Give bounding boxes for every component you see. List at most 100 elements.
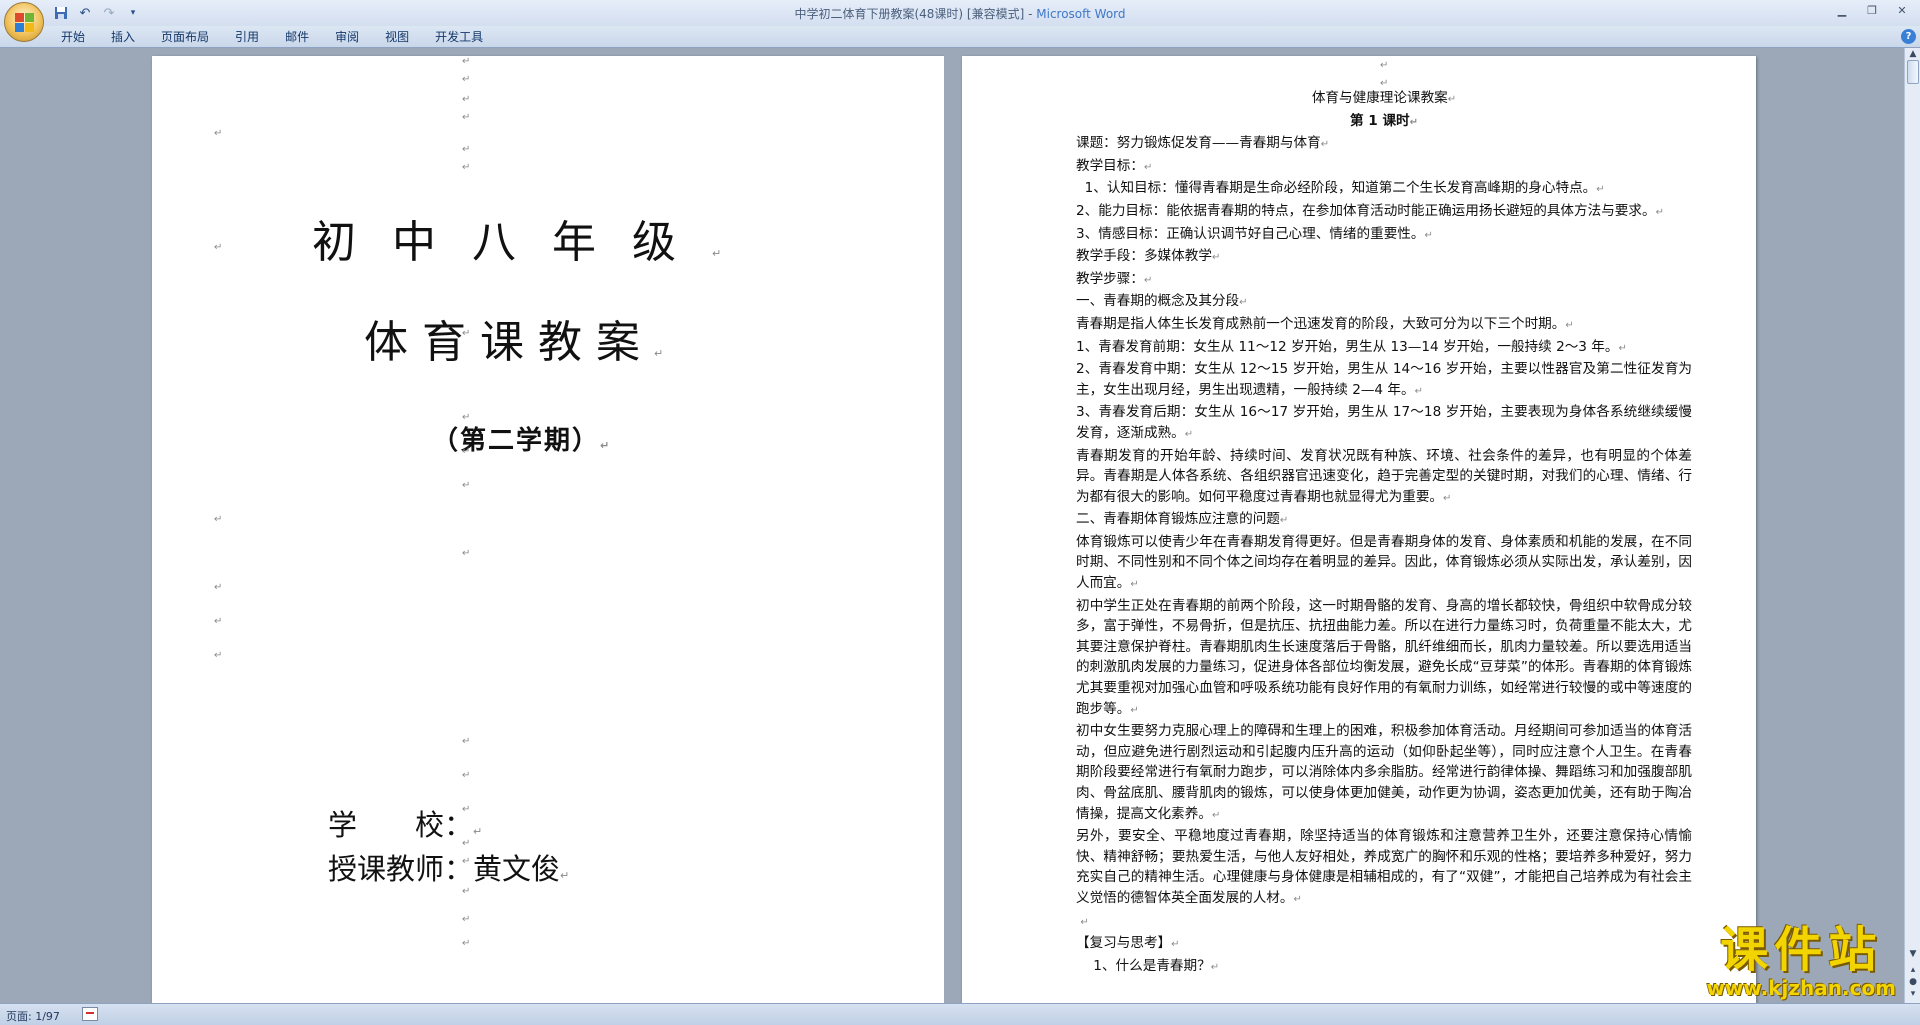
lesson-paragraph-text: 1、青春发育前期：女生从 11～12 岁开始，男生从 13—14 岁开始，一般持…: [1076, 338, 1619, 355]
ribbon-tab[interactable]: 邮件: [272, 29, 322, 45]
document-area[interactable]: 初中八年级↵ 体育课教案↵ （第二学期）↵ 学 校：↵ 授课教师：黄文俊↵ ↵ ↵…: [0, 48, 1904, 1003]
lesson-paragraph-text: 教学目标：: [1076, 157, 1144, 174]
paragraph-mark-icon: ↵: [462, 144, 471, 155]
lesson-page[interactable]: ↵ ↵ 体育与健康理论课教案↵ 第 1 课时↵ 课题：努力锻炼促发育——青春期与…: [962, 56, 1756, 1003]
paragraph-mark-icon: ↵: [1414, 385, 1423, 397]
lesson-paragraph-text: 教学步骤：: [1076, 270, 1144, 287]
lesson-paragraph-text: 2、能力目标：能依据青春期的特点，在参加体育活动时能正确运用扬长避短的具体方法与…: [1076, 202, 1656, 219]
ribbon-tab[interactable]: 开发工具: [422, 29, 496, 45]
document-title: 中学初二体育下册教案(48课时) [兼容模式] -: [794, 7, 1037, 21]
previous-page-icon[interactable]: ▴: [1907, 964, 1919, 976]
paragraph-mark-icon: ↵: [462, 856, 471, 867]
ribbon-tab[interactable]: 审阅: [322, 29, 372, 45]
paragraph-mark-icon: ↵: [1171, 939, 1180, 951]
cover-page[interactable]: 初中八年级↵ 体育课教案↵ （第二学期）↵ 学 校：↵ 授课教师：黄文俊↵ ↵ ↵…: [152, 56, 944, 1003]
cover-grade-heading: 初中八年级↵: [312, 206, 721, 270]
lesson-paragraph: 3、青春发育后期：女生从 16～17 岁开始，男生从 17～18 岁开始，主要表…: [1076, 402, 1692, 445]
lesson-paragraph: 二、青春期体育锻炼应注意的问题↵: [1076, 509, 1692, 532]
paragraph-mark-icon: ↵: [462, 328, 471, 339]
lesson-paragraph: 初中女生要努力克服心理上的障碍和生理上的困难，积极参加体育活动。月经期间可参加适…: [1076, 721, 1692, 826]
paragraph-mark-icon: ↵: [1210, 961, 1220, 973]
lesson-paragraph-text: 二、青春期体育锻炼应注意的问题: [1076, 511, 1280, 528]
lesson-paragraph-text: 青春期发育的开始年龄、持续时间、发育状况既有种族、环境、社会条件的差异，也有明显…: [1076, 447, 1692, 505]
paragraph-mark-icon: ↵: [462, 74, 471, 85]
lesson-paragraph: 另外，要安全、平稳地度过青春期，除坚持适当的体育锻炼和注意营养卫生外，还要注意保…: [1076, 826, 1692, 910]
paragraph-mark-icon: ↵: [214, 650, 223, 661]
proofing-status-icon[interactable]: [82, 1007, 98, 1021]
watermark-url: www.kjzhan.com: [1706, 976, 1896, 1000]
lesson-paragraph-text: 体育锻炼可以使青少年在青春期发育得更好。但是青春期身体的发育、身体素质和机能的发…: [1076, 533, 1692, 592]
paragraph-mark-icon: ↵: [1409, 116, 1419, 128]
cover-title-text: 体育课教案: [364, 317, 654, 368]
paragraph-mark-icon: ↵: [654, 347, 664, 360]
ribbon-tab[interactable]: 视图: [372, 29, 422, 45]
status-bar: 页面: 1/97: [0, 1003, 1920, 1025]
paragraph-mark-icon: ↵: [462, 412, 471, 423]
school-label: 学 校：: [328, 808, 474, 842]
paragraph-mark-icon: ↵: [462, 446, 471, 457]
ribbon-tab[interactable]: 开始: [48, 29, 98, 45]
page-count[interactable]: 页面: 1/97: [6, 1008, 60, 1024]
lesson-paragraph: 青春期发育的开始年龄、持续时间、发育状况既有种族、环境、社会条件的差异，也有明显…: [1076, 446, 1692, 510]
paragraph-mark-icon: ↵: [462, 838, 471, 849]
window-controls: ▁ ❐ ✕: [1828, 1, 1916, 19]
cover-school-line: 学 校：↵: [328, 802, 482, 844]
scroll-thumb[interactable]: [1907, 60, 1919, 84]
paragraph-mark-icon: ↵: [1447, 94, 1457, 105]
lesson-paragraph-text: 2、青春发育中期：女生从 12～15 岁开始，男生从 14～16 岁开始，主要以…: [1076, 361, 1692, 398]
lesson-paragraph: 1、青春发育前期：女生从 11～12 岁开始，男生从 13—14 岁开始，一般持…: [1076, 337, 1692, 360]
browse-object-icon[interactable]: ●: [1907, 976, 1919, 988]
restore-button[interactable]: ❐: [1858, 1, 1886, 19]
lesson-session-text: 第 1 课时: [1349, 112, 1410, 129]
office-logo-icon: [15, 13, 35, 33]
scroll-down-icon[interactable]: ▼: [1907, 948, 1919, 960]
paragraph-mark-icon: ↵: [462, 480, 471, 491]
paragraph-mark-icon: ↵: [1618, 342, 1627, 354]
paragraph-mark-icon: ↵: [1565, 319, 1574, 331]
paragraph-mark-icon: ↵: [1293, 893, 1302, 905]
lesson-paragraph-text: 初中女生要努力克服心理上的障碍和生理上的困难，积极参加体育活动。月经期间可参加适…: [1076, 723, 1692, 822]
next-page-icon[interactable]: ▾: [1907, 988, 1919, 1000]
help-icon[interactable]: ?: [1901, 29, 1916, 44]
window-title: 中学初二体育下册教案(48课时) [兼容模式] - Microsoft Word: [0, 5, 1920, 22]
paragraph-mark-icon: ↵: [214, 128, 223, 139]
lesson-heading: 体育与健康理论课教案↵: [1076, 88, 1692, 111]
lesson-paragraph: 2、青春发育中期：女生从 12～15 岁开始，男生从 14～16 岁开始，主要以…: [1076, 359, 1692, 402]
scroll-up-icon[interactable]: ▲: [1907, 48, 1919, 60]
watermark-title: 课件站: [1720, 922, 1883, 978]
lesson-paragraph-text: 3、青春发育后期：女生从 16～17 岁开始，男生从 17～18 岁开始，主要表…: [1076, 404, 1692, 441]
paragraph-mark-icon: ↵: [560, 869, 570, 882]
lesson-paragraph: 初中学生正处在青春期的前两个阶段，这一时期骨骼的发育、身高的增长都较快，骨组织中…: [1076, 596, 1692, 722]
cover-teacher-line: 授课教师：黄文俊↵: [328, 846, 569, 888]
lesson-paragraph-text: 1、什么是青春期？: [1076, 957, 1211, 974]
paragraph-mark-icon: ↵: [1279, 515, 1289, 527]
paragraph-mark-icon: ↵: [600, 439, 610, 452]
paragraph-mark-icon: ↵: [1655, 206, 1664, 218]
lesson-paragraph-text: 一、青春期的概念及其分段: [1076, 293, 1240, 310]
office-button[interactable]: [4, 2, 44, 42]
lesson-paragraph: 教学步骤：↵: [1076, 269, 1692, 292]
ribbon-tab[interactable]: 引用: [222, 29, 272, 45]
cover-term: （第二学期）↵: [432, 420, 609, 457]
ribbon-tab[interactable]: 页面布局: [148, 29, 222, 45]
paragraph-mark-icon: ↵: [1143, 274, 1153, 286]
lesson-body: 体育与健康理论课教案↵ 第 1 课时↵ 课题：努力锻炼促发育——青春期与体育↵ 教…: [1076, 88, 1692, 978]
lesson-paragraph: 【复习与思考】↵: [1076, 933, 1692, 956]
paragraph-mark-icon: ↵: [1380, 60, 1389, 71]
paragraph-mark-icon: ↵: [462, 94, 471, 105]
close-button[interactable]: ✕: [1888, 1, 1916, 19]
minimize-button[interactable]: ▁: [1828, 1, 1856, 19]
lesson-paragraph-text: 【复习与思考】: [1076, 935, 1172, 952]
lesson-paragraph: 2、能力目标：能依据青春期的特点，在参加体育活动时能正确运用扬长避短的具体方法与…: [1076, 201, 1692, 224]
lesson-paragraph: 教学手段：多媒体教学↵: [1076, 246, 1692, 269]
lesson-paragraph: 体育锻炼可以使青少年在青春期发育得更好。但是青春期身体的发育、身体素质和机能的发…: [1076, 532, 1692, 596]
watermark-logo: 课件站 www.kjzhan.com: [1706, 923, 1896, 999]
vertical-scrollbar[interactable]: ▲ ▼ ▴ ● ▾: [1904, 48, 1920, 1003]
paragraph-mark-icon: ↵: [462, 914, 471, 925]
paragraph-mark-icon: ↵: [1184, 428, 1194, 440]
paragraph-mark-icon: ↵: [214, 242, 223, 253]
ribbon-tab[interactable]: 插入: [98, 29, 148, 45]
paragraph-mark-icon: ↵: [1596, 184, 1605, 196]
lesson-paragraph: 1、认知目标：懂得青春期是生命必经阶段，知道第二个生长发育高峰期的身心特点。↵: [1076, 178, 1692, 201]
lesson-paragraph-text: 1、认知目标：懂得青春期是生命必经阶段，知道第二个生长发育高峰期的身心特点。: [1076, 180, 1597, 197]
